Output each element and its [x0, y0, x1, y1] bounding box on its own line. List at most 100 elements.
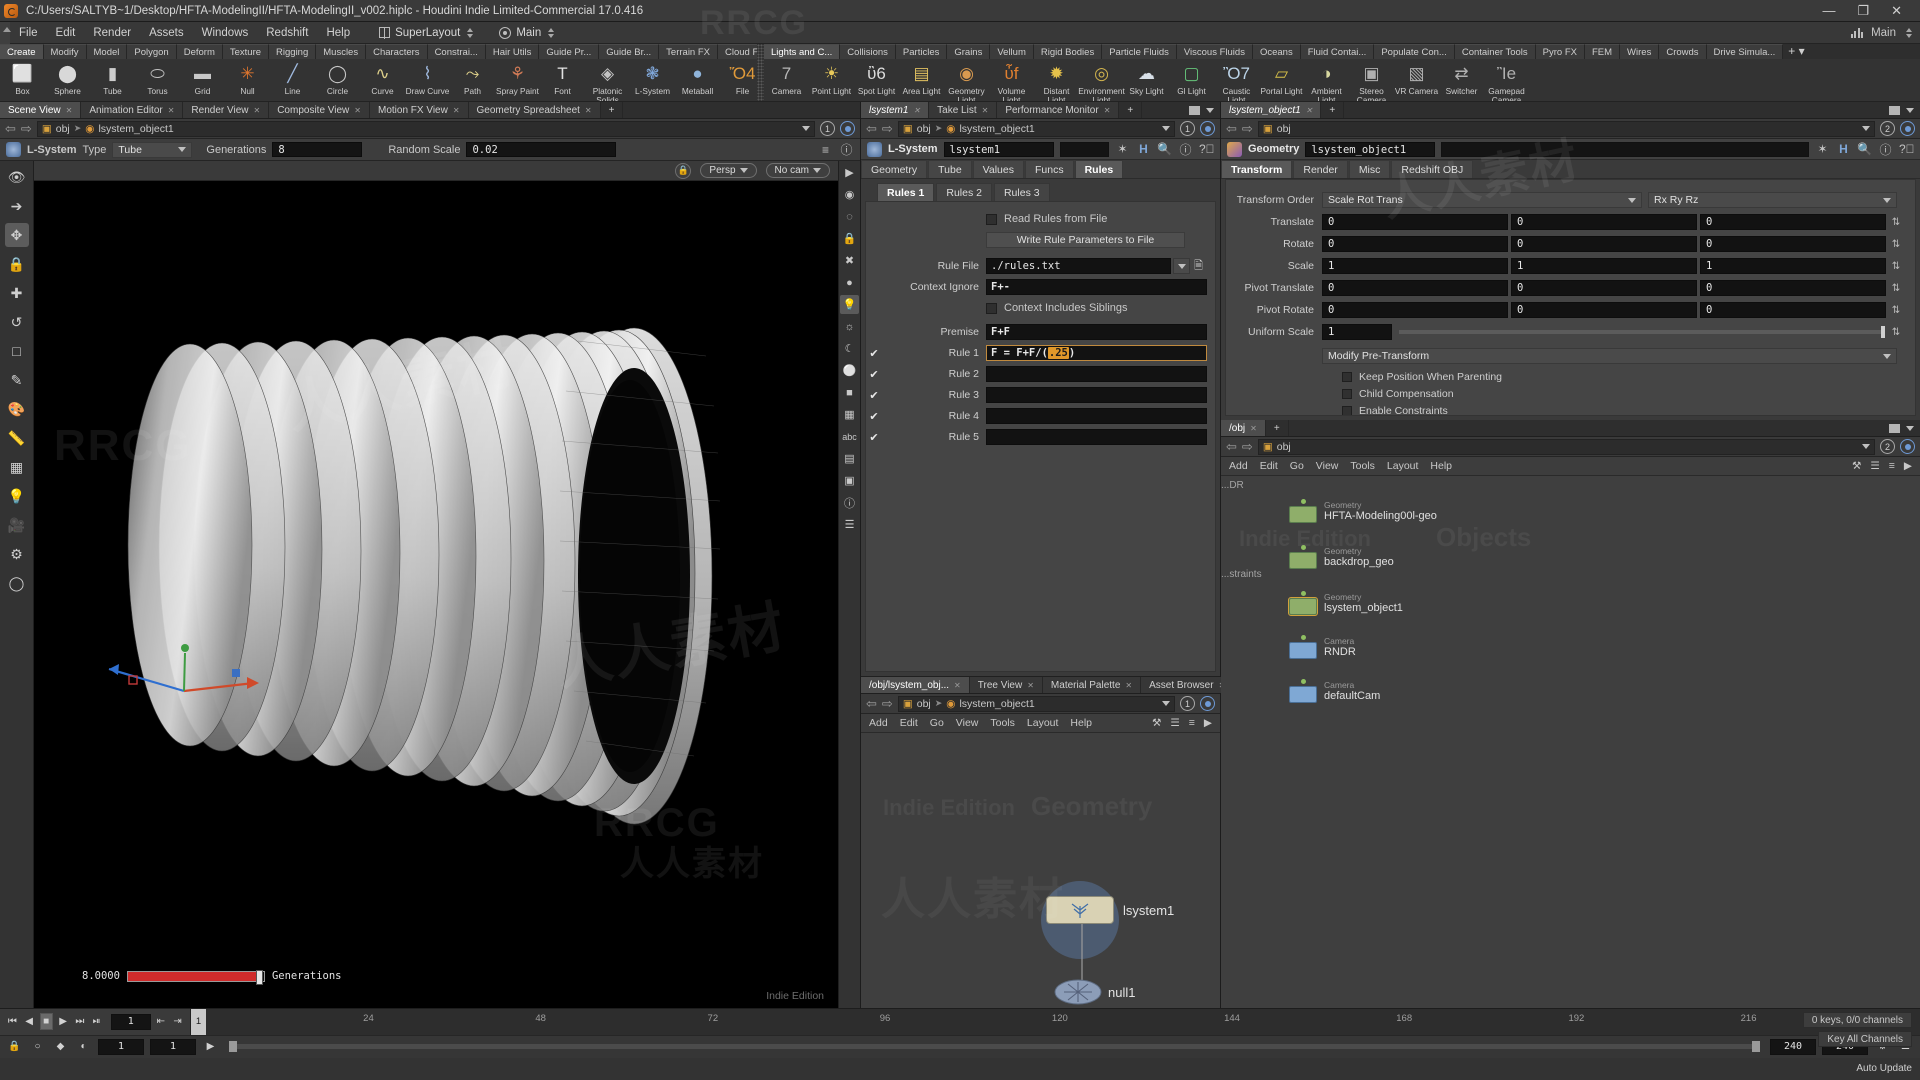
list-icon[interactable]: ≡	[1189, 717, 1195, 729]
transform-order-row[interactable]: Transform Order Scale Rot Trans Rx Ry Rz	[1226, 190, 1909, 210]
shelf-item-environment-light[interactable]: ◎Environment Light	[1079, 61, 1124, 101]
parm-path-root[interactable]: obj	[917, 123, 931, 135]
net-path-node[interactable]: lsystem_object1	[959, 698, 1034, 710]
parm-path-dropdown-icon[interactable]	[1162, 126, 1170, 131]
menu-render[interactable]: Render	[84, 22, 140, 44]
shelf-item-vr-camera[interactable]: ▧VR Camera	[1394, 61, 1439, 96]
rule-1-checkbox[interactable]: ✔	[866, 347, 882, 360]
shelf-left-tab-6[interactable]: Rigging	[269, 44, 316, 59]
scene-view-tab-1[interactable]: Animation Editor✕	[81, 102, 183, 118]
scene-tree-item-lsystem_object1[interactable]: Geometrylsystem_object1	[1279, 588, 1403, 618]
shelf-item-distant-light[interactable]: ✹Distant Light	[1034, 61, 1079, 101]
menu-edit[interactable]: Edit	[47, 22, 85, 44]
shelf-right-tab-7[interactable]: Viscous Fluids	[1177, 44, 1253, 59]
pivot-rotate-field-0[interactable]: 0	[1322, 302, 1508, 318]
camera-node-icon[interactable]	[1289, 642, 1317, 659]
layout-selector[interactable]: SuperLayout	[373, 24, 479, 42]
shelf-right-tab-5[interactable]: Rigid Bodies	[1034, 44, 1102, 59]
sop-generations-field[interactable]: 8	[272, 142, 362, 157]
help-icon[interactable]: ?⃝	[1199, 142, 1214, 156]
scene-view-tab-add[interactable]: +	[601, 102, 624, 118]
stop-icon[interactable]: ■	[40, 1013, 53, 1030]
modify-pre-transform-select[interactable]: Modify Pre-Transform	[1322, 348, 1897, 364]
shelf-item-torus[interactable]: ⬭Torus	[135, 61, 180, 96]
transform-row-scale[interactable]: Scale111⇅	[1226, 256, 1909, 276]
network-menu-add[interactable]: Add	[869, 717, 888, 729]
scale-field-0[interactable]: 1	[1322, 258, 1508, 274]
shelf-right-tab-1[interactable]: Collisions	[840, 44, 896, 59]
close-icon[interactable]: ✕	[1250, 420, 1257, 437]
shelf-item-null[interactable]: ✳Null	[225, 61, 270, 96]
network-node-null1[interactable]	[1054, 978, 1102, 1006]
visibility-dot-icon[interactable]	[1301, 679, 1306, 684]
pane-menu-icon[interactable]	[1906, 426, 1914, 431]
shelf-item-spot-light[interactable]: ὒ6Spot Light	[854, 61, 899, 96]
transform-row-translate[interactable]: Translate000⇅	[1226, 212, 1909, 232]
rule-row-3[interactable]: ✔Rule 3	[866, 385, 1215, 405]
layout-spinner-icon[interactable]	[467, 28, 473, 38]
pivot-translate-field-0[interactable]: 0	[1322, 280, 1508, 296]
shelf-right-tab-10[interactable]: Populate Con...	[1374, 44, 1455, 59]
visibility-dot-icon[interactable]	[1301, 499, 1306, 504]
checkbox-row-keep-position-when-parenting[interactable]: Keep Position When Parenting	[1226, 368, 1909, 385]
scale-link-icon[interactable]: ⇅	[1889, 258, 1903, 274]
rule-1-field[interactable]: F = F+F/(.25)	[986, 345, 1207, 361]
obj-houdini-h-icon[interactable]: H	[1836, 142, 1851, 156]
scene-tree-item-RNDR[interactable]: CameraRNDR	[1279, 632, 1356, 662]
obj-gear-icon[interactable]: ✶	[1815, 142, 1830, 156]
translate-link-icon[interactable]: ⇅	[1889, 214, 1903, 230]
scene-tree-item-defaultCam[interactable]: CameradefaultCam	[1279, 676, 1380, 706]
shelf-item-area-light[interactable]: ▤Area Light	[899, 61, 944, 96]
shelf-item-gl-light[interactable]: ▢Gl Light	[1169, 61, 1214, 96]
rule-row-5[interactable]: ✔Rule 5	[866, 427, 1215, 447]
shelf-left-tab-2[interactable]: Model	[87, 44, 128, 59]
shelf-right-tab-4[interactable]: Vellum	[990, 44, 1034, 59]
shelf-left-tab-0[interactable]: Create	[0, 44, 44, 59]
scale-field-1[interactable]: 1	[1511, 258, 1697, 274]
step-forward-icon[interactable]: ⏭	[74, 1013, 87, 1030]
scene-tree-item-backdrop_geo[interactable]: Geometrybackdrop_geo	[1279, 542, 1394, 572]
play-icon[interactable]: ▶	[57, 1013, 70, 1030]
tree-forward-icon[interactable]: ⇨	[1242, 439, 1253, 455]
shelf-left-tab-9[interactable]: Constrai...	[428, 44, 486, 59]
rule-file-row[interactable]: Rule File ./rules.txt 🗎	[866, 256, 1215, 276]
parm-path-node[interactable]: lsystem_object1	[959, 123, 1034, 135]
shelf-item-portal-light[interactable]: ▱Portal Light	[1259, 61, 1304, 96]
view-tool-icon[interactable]: 👁	[5, 165, 29, 189]
close-icon[interactable]: ✕	[1306, 102, 1313, 119]
parm-subtab-rules-3[interactable]: Rules 3	[994, 183, 1050, 201]
shelf-item-point-light[interactable]: ☀Point Light	[809, 61, 854, 96]
shelf-left-tab-3[interactable]: Polygon	[127, 44, 176, 59]
range-left-icon[interactable]: ▶	[202, 1038, 219, 1055]
tree-menu-layout[interactable]: Layout	[1387, 460, 1419, 472]
read-rules-from-file-row[interactable]: Read Rules from File	[866, 209, 1215, 229]
scene-display-badge[interactable]: 1	[820, 121, 835, 136]
close-icon[interactable]: ✕	[585, 102, 592, 119]
autokey-icon[interactable]: ○	[29, 1038, 46, 1055]
tree-eye-icon[interactable]	[1900, 439, 1915, 454]
context-includes-siblings-row[interactable]: Context Includes Siblings	[866, 298, 1215, 318]
obj-filter-field[interactable]	[1441, 142, 1809, 157]
shelf-left-tab-4[interactable]: Deform	[177, 44, 223, 59]
forward-icon[interactable]: ⇨	[21, 121, 32, 137]
shelf-item-l-system[interactable]: ❃L-System	[630, 61, 675, 96]
scene-view-tab-5[interactable]: Geometry Spreadsheet✕	[469, 102, 601, 118]
scene-path-field[interactable]: ▣ obj ➤ ◉ lsystem_object1	[37, 121, 815, 137]
pivot-rotate-field-1[interactable]: 0	[1511, 302, 1697, 318]
shelf-left-tab-13[interactable]: Terrain FX	[659, 44, 718, 59]
viewport-camera-select[interactable]: No cam	[766, 163, 830, 178]
obj-tab-transform[interactable]: Transform	[1221, 160, 1292, 178]
lock-tool-icon[interactable]: 🔒	[5, 252, 29, 276]
shelf-item-grid[interactable]: ▬Grid	[180, 61, 225, 96]
houdini-h-icon[interactable]: H	[1136, 142, 1151, 156]
parm-display-badge[interactable]: 1	[1180, 121, 1195, 136]
shelf-right-tab-12[interactable]: Pyro FX	[1536, 44, 1585, 59]
viewport-canvas-area[interactable]: 🔒 Persp No cam	[34, 161, 838, 1008]
maximize-button[interactable]: ❐	[1857, 3, 1869, 19]
menu-file[interactable]: File	[10, 22, 47, 44]
path-node[interactable]: lsystem_object1	[98, 123, 173, 135]
tree-menu-edit[interactable]: Edit	[1260, 460, 1278, 472]
close-icon[interactable]: ✕	[1125, 677, 1132, 694]
geometry-node-icon[interactable]	[1289, 506, 1317, 523]
tools-icon[interactable]: ⚒	[1852, 460, 1861, 472]
